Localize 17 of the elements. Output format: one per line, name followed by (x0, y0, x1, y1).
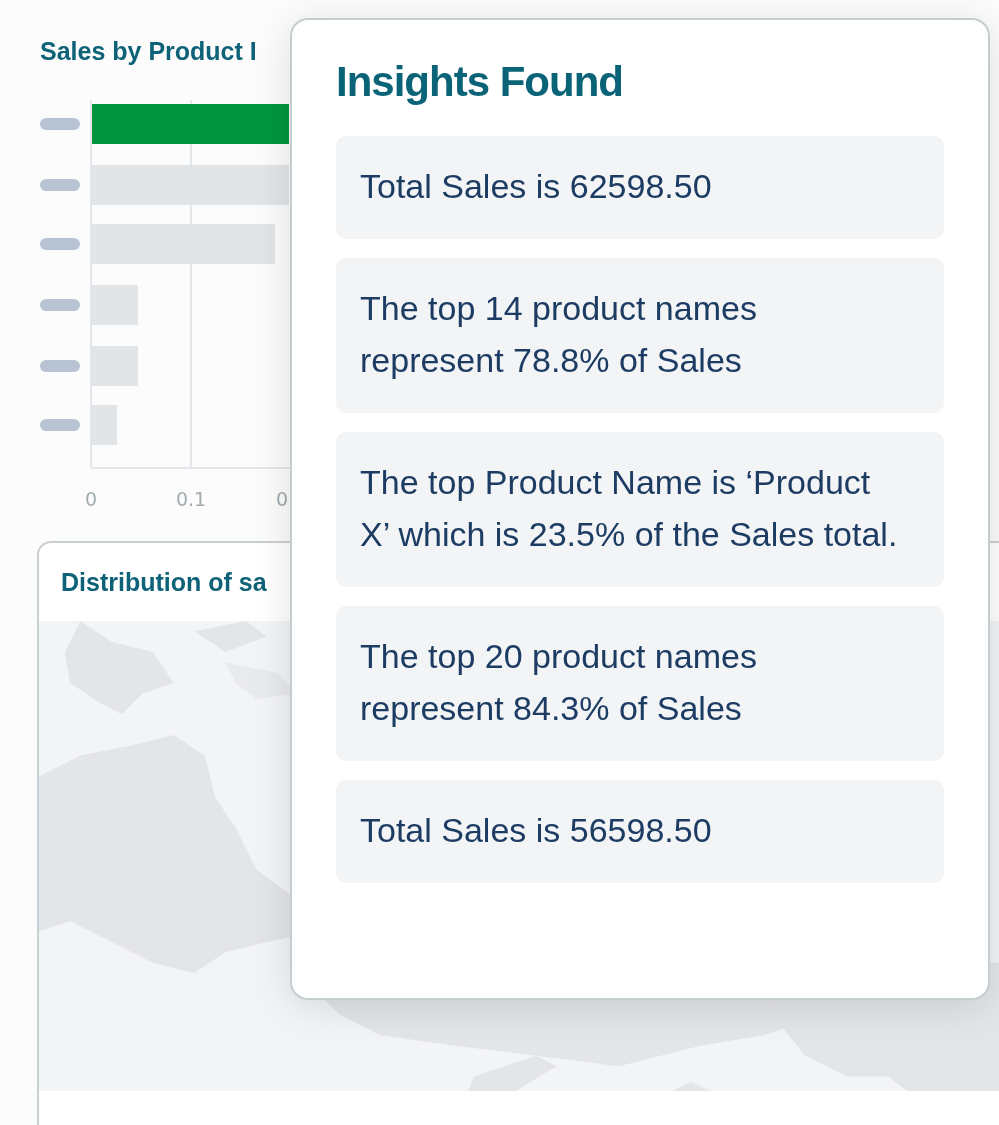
insight-text: Total Sales is 62598.50 (360, 166, 713, 207)
label-placeholder (40, 179, 80, 191)
label-placeholder (40, 118, 80, 130)
insight-text: Total Sales is 56598.50 (360, 810, 713, 851)
label-placeholder (40, 419, 80, 431)
label-placeholder (40, 360, 80, 372)
card-title: Distribution of sa (61, 567, 267, 597)
tick-label: 0.1 (175, 488, 207, 510)
tick-label: 0 (275, 488, 289, 510)
insight-text: The top 14 product names represent 78.8% of Sales (360, 288, 758, 381)
insight-text: The top Product Name is ‘Product X’ which is 23.5% of the Sales total. (360, 462, 899, 555)
chart-title: Sales by Product I (40, 36, 258, 66)
label-placeholder (40, 299, 80, 311)
insight-text: The top 20 product names represent 84.3% of Sales (360, 636, 758, 729)
tick-label: 0 (84, 488, 98, 510)
popover-title: Insights Found (336, 57, 624, 107)
label-placeholder (40, 238, 80, 250)
